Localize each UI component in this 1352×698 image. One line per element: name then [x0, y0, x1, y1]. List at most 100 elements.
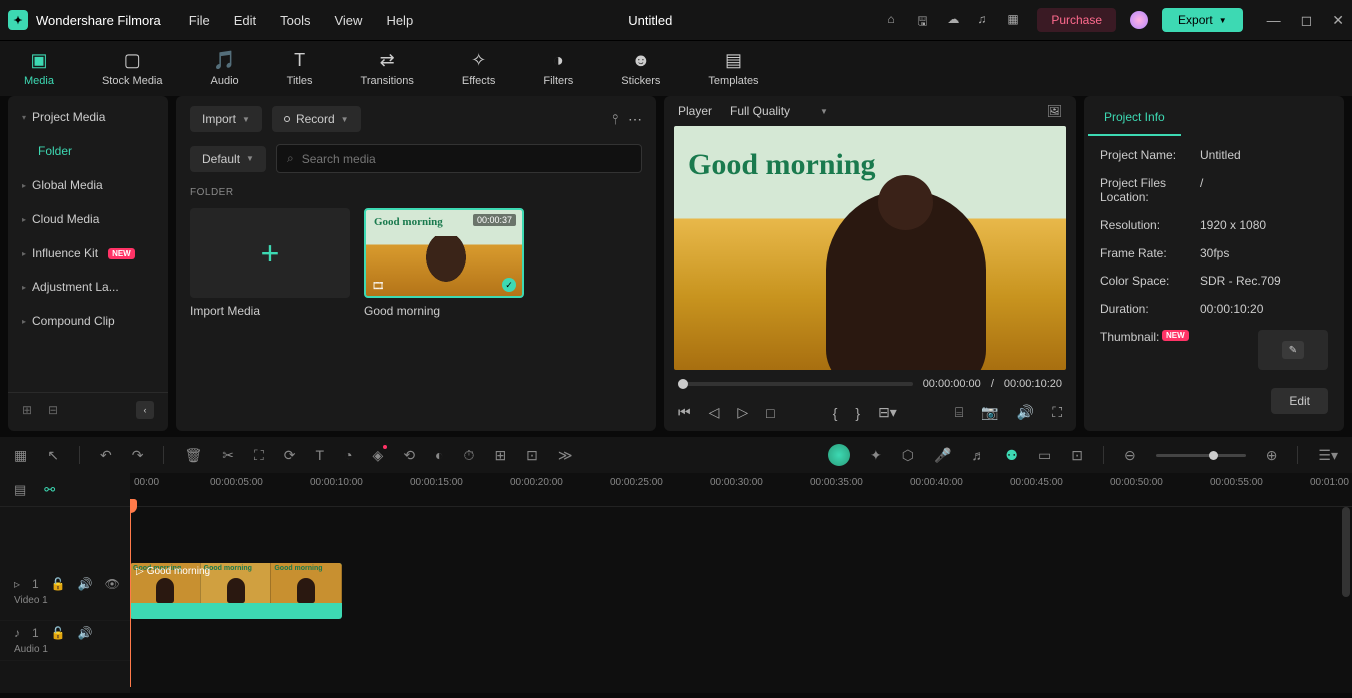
import-media-card[interactable]: + Import Media: [190, 208, 350, 318]
collapse-sidebar-button[interactable]: ‹: [136, 401, 154, 419]
headphones-icon[interactable]: ♫: [977, 12, 993, 28]
tab-stock-media[interactable]: ▢Stock Media: [102, 50, 163, 87]
minimize-button[interactable]: —: [1267, 12, 1281, 29]
marker-icon[interactable]: ⬡: [902, 447, 914, 464]
volume-icon[interactable]: 🔊: [1017, 404, 1034, 421]
fullscreen-icon[interactable]: ⛶: [1052, 404, 1062, 421]
stop-icon[interactable]: □: [766, 405, 774, 421]
search-input[interactable]: [302, 152, 631, 166]
visibility-icon[interactable]: 👁: [105, 577, 120, 591]
timeline-ruler[interactable]: 00:00 00:00:05:00 00:00:10:00 00:00:15:0…: [130, 473, 1352, 507]
import-button[interactable]: Import▼: [190, 106, 262, 132]
device-icon[interactable]: ⌂: [887, 12, 903, 28]
media-clip-card[interactable]: Good morning 00:00:37 🎞 ✓ Good morning: [364, 208, 524, 318]
playhead[interactable]: [130, 507, 131, 687]
maximize-button[interactable]: ◻: [1301, 12, 1313, 29]
enhance-icon[interactable]: ✦: [870, 447, 882, 464]
display-icon[interactable]: ⌸: [955, 404, 963, 421]
tab-audio[interactable]: 🎵Audio: [211, 50, 239, 87]
sidebar-item-adjustment-layer[interactable]: ▸Adjustment La...: [8, 270, 168, 304]
mark-out-icon[interactable]: }: [855, 405, 860, 421]
ratio-icon[interactable]: ⊟▾: [878, 404, 897, 421]
crop-icon[interactable]: ⛶: [254, 447, 264, 464]
tab-transitions[interactable]: ⇄Transitions: [361, 50, 414, 87]
music-icon[interactable]: ♬: [971, 447, 985, 463]
menu-help[interactable]: Help: [386, 13, 413, 28]
zoom-slider[interactable]: [1156, 454, 1246, 457]
sidebar-folder[interactable]: Folder: [8, 134, 168, 168]
thumbnail-preview[interactable]: ✎: [1258, 330, 1328, 370]
sidebar-item-cloud-media[interactable]: ▸Cloud Media: [8, 202, 168, 236]
audio-track-lane[interactable]: [130, 621, 1352, 661]
link-tracks-icon[interactable]: ⚯: [44, 482, 55, 498]
render-icon[interactable]: ▭: [1038, 447, 1051, 464]
timeline-tracks[interactable]: 00:00 00:00:05:00 00:00:10:00 00:00:15:0…: [130, 473, 1352, 693]
export-button[interactable]: Export▼: [1162, 8, 1243, 32]
menu-view[interactable]: View: [334, 13, 362, 28]
menu-edit[interactable]: Edit: [234, 13, 256, 28]
delete-icon[interactable]: 🗑: [184, 447, 202, 464]
video-track-lane[interactable]: Good morning Good morning Good morning ▷…: [130, 563, 1352, 621]
edit-thumb-icon[interactable]: ✎: [1282, 341, 1304, 359]
track-options-icon[interactable]: ▤: [14, 482, 26, 498]
tab-filters[interactable]: ◑Filters: [543, 50, 573, 87]
color-icon[interactable]: ◔: [344, 447, 352, 463]
group-icon[interactable]: ⊞: [494, 447, 506, 464]
sidebar-item-compound-clip[interactable]: ▸Compound Clip: [8, 304, 168, 338]
video-track-header[interactable]: ▹ 1 🔓 🔊 👁 Video 1: [0, 563, 130, 621]
mute-icon[interactable]: 🔊: [78, 626, 93, 640]
more-tools-icon[interactable]: ≫: [558, 447, 573, 464]
record-button[interactable]: Record▼: [272, 106, 361, 132]
timeline-scrollbar[interactable]: [1342, 507, 1350, 597]
snapshot-settings-icon[interactable]: 🖼: [1047, 104, 1062, 118]
sort-dropdown[interactable]: Default▼: [190, 146, 266, 172]
mute-icon[interactable]: 🔊: [78, 577, 93, 591]
expand-icon[interactable]: ⊡: [526, 447, 538, 464]
quality-dropdown[interactable]: Full Quality▼: [730, 104, 828, 118]
select-tool-icon[interactable]: ↖: [47, 447, 59, 464]
cloud-icon[interactable]: ☁: [947, 12, 963, 28]
apps-icon[interactable]: ▦: [1007, 12, 1023, 28]
split-icon[interactable]: ✂: [222, 447, 234, 464]
menu-tools[interactable]: Tools: [280, 13, 310, 28]
tab-titles[interactable]: TTitles: [287, 50, 313, 87]
zoom-in-icon[interactable]: ⊕: [1266, 447, 1278, 464]
mark-in-icon[interactable]: {: [833, 405, 838, 421]
purchase-button[interactable]: Purchase: [1037, 8, 1116, 32]
project-info-tab[interactable]: Project Info: [1088, 100, 1181, 136]
delete-folder-icon[interactable]: ⊟: [48, 403, 62, 417]
mask-icon[interactable]: ◐: [435, 447, 443, 463]
view-options-icon[interactable]: ☰▾: [1318, 447, 1338, 464]
lock-icon[interactable]: 🔓: [51, 626, 66, 640]
save-icon[interactable]: 🖫: [917, 12, 933, 28]
prev-frame-icon[interactable]: ⏮: [678, 404, 691, 421]
tab-stickers[interactable]: ☻Stickers: [621, 50, 660, 87]
sidebar-item-global-media[interactable]: ▸Global Media: [8, 168, 168, 202]
text-icon[interactable]: T: [316, 447, 325, 463]
audio-track-header[interactable]: ♪ 1 🔓 🔊 Audio 1: [0, 621, 130, 661]
rotate-icon[interactable]: ⟲: [403, 447, 415, 464]
layout-icon[interactable]: ▦: [14, 447, 27, 464]
edit-project-button[interactable]: Edit: [1271, 388, 1328, 414]
more-icon[interactable]: ⋯: [628, 111, 642, 128]
ai-assistant-icon[interactable]: [828, 444, 850, 466]
keyframe-icon[interactable]: ◈: [373, 447, 384, 464]
tab-effects[interactable]: ✧Effects: [462, 50, 495, 87]
speed-icon[interactable]: ⟳: [284, 447, 296, 464]
snap-icon[interactable]: ⊡: [1071, 447, 1083, 464]
user-avatar-icon[interactable]: [1130, 11, 1148, 29]
new-folder-icon[interactable]: ⊞: [22, 403, 36, 417]
duration-icon[interactable]: ⏱: [464, 447, 475, 464]
close-button[interactable]: ✕: [1332, 12, 1344, 29]
timeline-clip[interactable]: Good morning Good morning Good morning ▷…: [130, 563, 342, 619]
undo-icon[interactable]: ↶: [100, 447, 112, 464]
filter-icon[interactable]: ⫯: [612, 111, 618, 128]
scrubber[interactable]: [678, 382, 913, 386]
lock-icon[interactable]: 🔓: [51, 577, 66, 591]
auto-beat-icon[interactable]: ⚉: [1005, 447, 1018, 464]
search-box[interactable]: ⌕: [276, 144, 642, 173]
preview-screen[interactable]: Good morning: [674, 126, 1066, 370]
redo-icon[interactable]: ↷: [132, 447, 144, 464]
snapshot-icon[interactable]: 📷: [981, 404, 998, 421]
tab-media[interactable]: ▣Media: [24, 50, 54, 87]
